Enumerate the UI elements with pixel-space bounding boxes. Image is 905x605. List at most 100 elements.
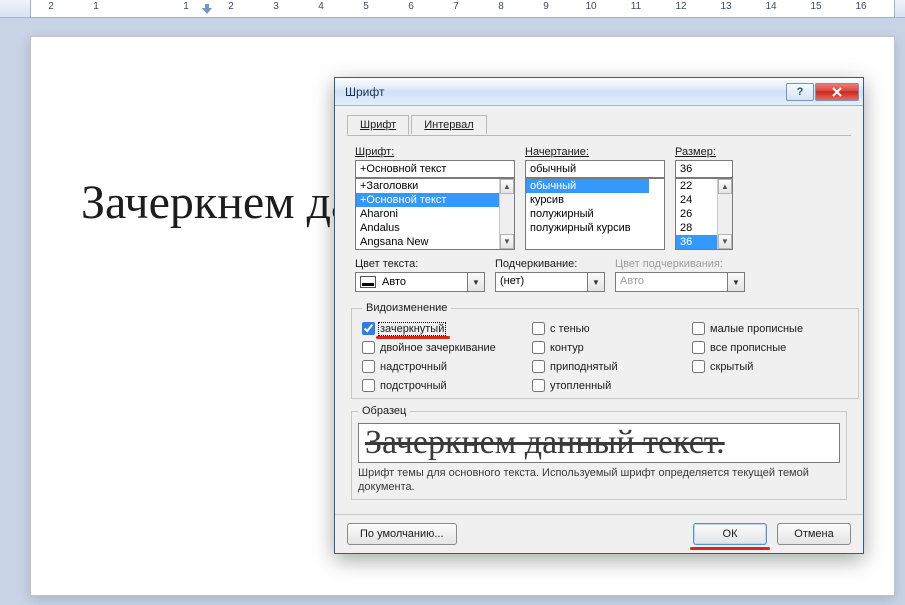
dialog-title: Шрифт [345, 85, 384, 99]
ruler-number: 10 [585, 1, 596, 12]
checkbox-strikethrough-input[interactable] [362, 322, 375, 335]
scroll-up-icon[interactable]: ▲ [500, 179, 514, 194]
sample-preview: Зачеркнем данный текст. [358, 423, 840, 463]
checkbox-shadow-input[interactable] [532, 322, 545, 335]
checkbox-double-strike-input[interactable] [362, 341, 375, 354]
style-option[interactable]: курсив [526, 193, 649, 207]
checkbox-subscript[interactable]: подстрочный [362, 379, 532, 392]
close-button[interactable] [815, 83, 859, 101]
ruler-number: 7 [453, 1, 459, 12]
effects-group: Видоизменение зачеркнутый с тенью малые … [351, 302, 859, 399]
chevron-down-icon[interactable]: ▼ [587, 273, 604, 291]
ruler-number: 13 [720, 1, 731, 12]
dialog-titlebar[interactable]: Шрифт ? [335, 78, 863, 106]
checkbox-small-caps-input[interactable] [692, 322, 705, 335]
chevron-down-icon[interactable]: ▼ [467, 273, 484, 291]
label-underline-color: Цвет подчеркивания: [615, 258, 745, 270]
checkbox-small-caps[interactable]: малые прописные [692, 322, 852, 335]
size-listbox[interactable]: 22 24 26 28 36 ▲ ▼ [675, 178, 733, 250]
font-listbox[interactable]: +Заголовки +Основной текст Aharoni Andal… [355, 178, 515, 250]
tab-font[interactable]: Шрифт [347, 115, 409, 135]
font-input[interactable] [355, 160, 515, 178]
ruler-number: 16 [855, 1, 866, 12]
font-option[interactable]: +Заголовки [356, 179, 499, 193]
ruler-number: 8 [498, 1, 504, 12]
close-icon [831, 86, 843, 98]
checkbox-hidden-input[interactable] [692, 360, 705, 373]
checkbox-double-strike[interactable]: двойное зачеркивание [362, 341, 532, 354]
size-list-scrollbar[interactable]: ▲ ▼ [717, 179, 732, 249]
checkbox-superscript[interactable]: надстрочный [362, 360, 532, 373]
checkbox-outline-input[interactable] [532, 341, 545, 354]
ruler-number: 3 [273, 1, 279, 12]
label-text-color: Цвет текста: [355, 258, 485, 270]
size-option[interactable]: 28 [676, 221, 717, 235]
ruler-number: 5 [363, 1, 369, 12]
ruler-number: 2 [228, 1, 234, 12]
font-dialog: Шрифт ? Шрифт Интервал Шрифт: +Заголовки… [334, 77, 864, 554]
style-listbox[interactable]: обычный курсив полужирный полужирный кур… [525, 178, 665, 250]
dialog-footer: По умолчанию... ОК Отмена [335, 514, 863, 553]
cancel-button[interactable]: Отмена [777, 523, 851, 545]
ruler-number: 2 [48, 1, 54, 12]
underline-color-value: Авто [616, 273, 727, 291]
underline-combo[interactable]: (нет) ▼ [495, 272, 605, 292]
scroll-down-icon[interactable]: ▼ [500, 234, 514, 249]
font-option[interactable]: Angsana New [356, 235, 499, 249]
checkbox-strikethrough[interactable]: зачеркнутый [362, 322, 532, 335]
font-option[interactable]: Andalus [356, 221, 499, 235]
sample-group-label: Образец [358, 405, 410, 417]
size-option[interactable]: 36 [676, 235, 717, 249]
ok-button[interactable]: ОК [693, 523, 767, 545]
sample-description: Шрифт темы для основного текста. Использ… [358, 467, 840, 495]
underline-value: (нет) [496, 273, 587, 291]
style-input[interactable] [525, 160, 665, 178]
font-option[interactable]: +Основной текст [356, 193, 499, 207]
size-option[interactable]: 24 [676, 193, 717, 207]
ruler-number: 4 [318, 1, 324, 12]
label-underline: Подчеркивание: [495, 258, 605, 270]
ruler-number: 9 [543, 1, 549, 12]
size-input[interactable] [675, 160, 733, 178]
tab-stop-indicator[interactable] [202, 4, 212, 14]
checkbox-all-caps[interactable]: все прописные [692, 341, 852, 354]
help-button[interactable]: ? [786, 83, 814, 101]
ruler-number: 1 [93, 1, 99, 12]
checkbox-hidden[interactable]: скрытый [692, 360, 852, 373]
checkbox-shadow[interactable]: с тенью [532, 322, 692, 335]
color-swatch-icon [360, 276, 376, 288]
sample-text: Зачеркнем данный текст. [365, 424, 725, 462]
checkbox-outline[interactable]: контур [532, 341, 692, 354]
ruler-number: 12 [675, 1, 686, 12]
ruler-number: 1 [183, 1, 189, 12]
ruler-number: 15 [810, 1, 821, 12]
chevron-down-icon: ▼ [727, 273, 744, 291]
style-option[interactable]: полужирный [526, 207, 649, 221]
checkbox-emboss[interactable]: приподнятый [532, 360, 692, 373]
font-option[interactable]: Aharoni [356, 207, 499, 221]
size-option[interactable]: 22 [676, 179, 717, 193]
horizontal-ruler: 2 1 1 2 3 4 5 6 7 8 9 10 11 12 13 14 15 … [0, 0, 905, 18]
checkbox-emboss-input[interactable] [532, 360, 545, 373]
checkbox-superscript-input[interactable] [362, 360, 375, 373]
checkbox-subscript-input[interactable] [362, 379, 375, 392]
default-button[interactable]: По умолчанию... [347, 523, 457, 545]
ruler-number: 14 [765, 1, 776, 12]
text-color-combo[interactable]: Авто ▼ [355, 272, 485, 292]
sample-group: Образец Зачеркнем данный текст. Шрифт те… [351, 405, 847, 500]
tab-spacing[interactable]: Интервал [411, 115, 486, 134]
ruler-number: 11 [631, 1, 641, 12]
style-option[interactable]: обычный [526, 179, 649, 193]
label-style: Начертание: [525, 146, 665, 158]
size-option[interactable]: 26 [676, 207, 717, 221]
ruler-number: 6 [408, 1, 414, 12]
checkbox-engrave-input[interactable] [532, 379, 545, 392]
label-size: Размер: [675, 146, 733, 158]
font-list-scrollbar[interactable]: ▲ ▼ [499, 179, 514, 249]
checkbox-engrave[interactable]: утопленный [532, 379, 692, 392]
style-option[interactable]: полужирный курсив [526, 221, 649, 235]
checkbox-all-caps-input[interactable] [692, 341, 705, 354]
scroll-down-icon[interactable]: ▼ [718, 234, 732, 249]
label-font: Шрифт: [355, 146, 515, 158]
scroll-up-icon[interactable]: ▲ [718, 179, 732, 194]
